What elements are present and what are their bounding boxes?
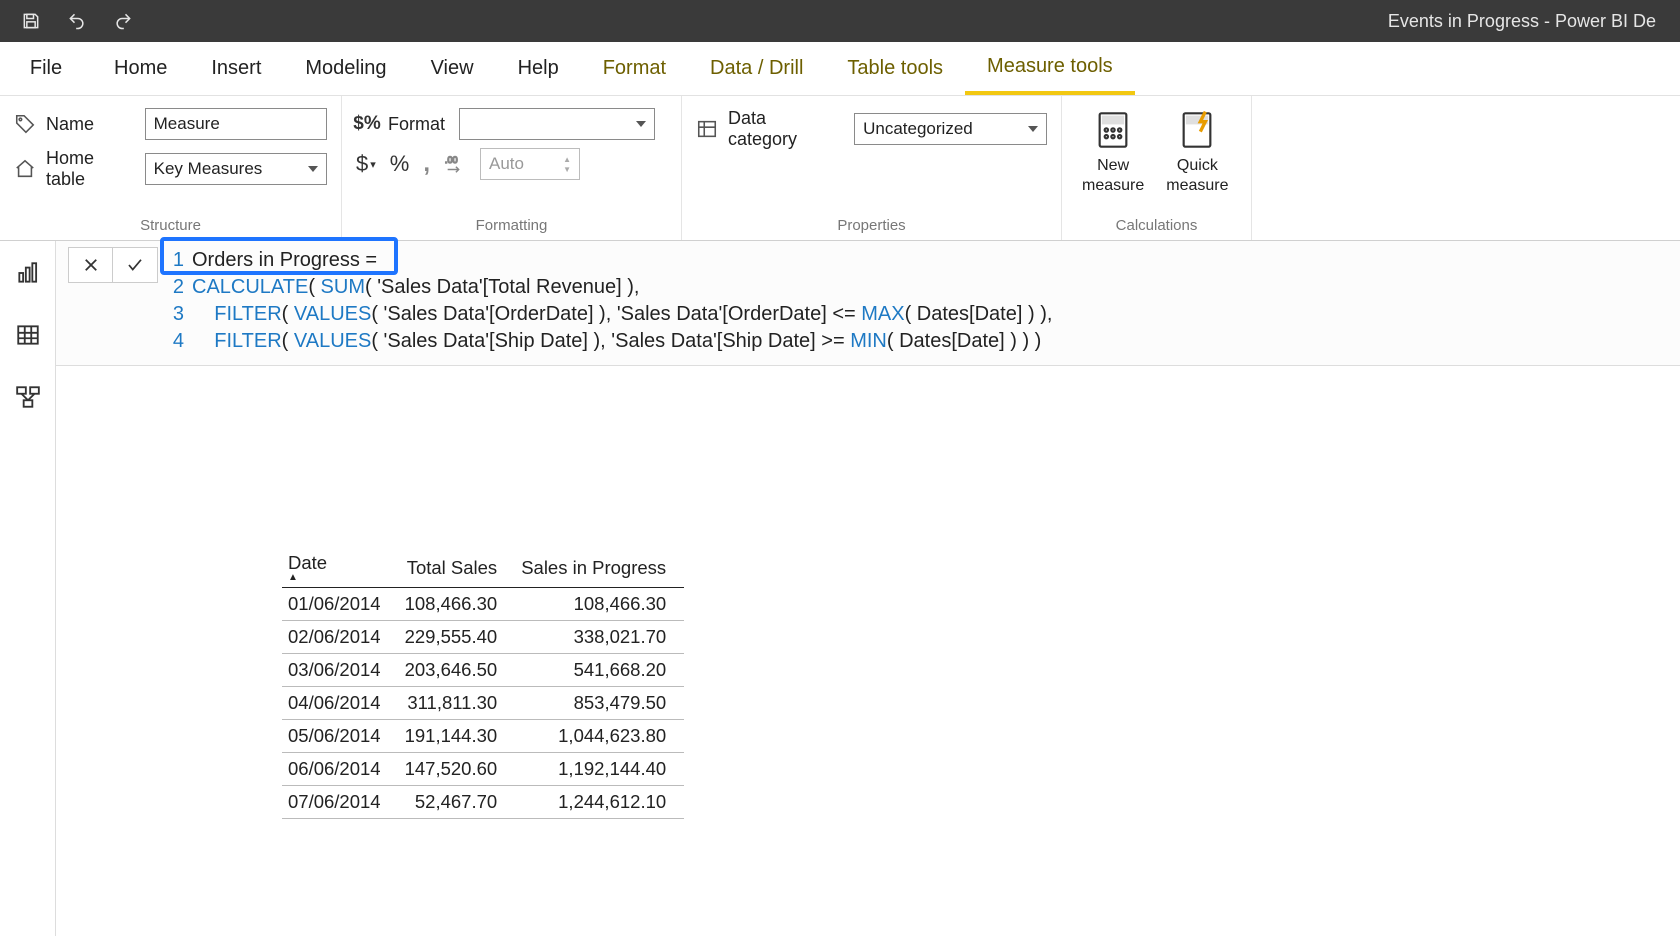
- formula-cancel-button[interactable]: [69, 248, 113, 282]
- column-header[interactable]: Sales in Progress: [515, 546, 684, 588]
- tab-table-tools[interactable]: Table tools: [825, 42, 965, 95]
- tab-modeling[interactable]: Modeling: [283, 42, 408, 95]
- formula-bar: 1Orders in Progress =2CALCULATE( SUM( 'S…: [56, 241, 1680, 366]
- column-header[interactable]: Date: [282, 546, 399, 588]
- redo-icon[interactable]: [112, 10, 134, 32]
- format-label: Format: [388, 114, 445, 135]
- format-icon: $%: [356, 113, 378, 135]
- data-view-button[interactable]: [12, 319, 44, 351]
- tab-format[interactable]: Format: [581, 42, 688, 95]
- tag-icon: [14, 113, 36, 135]
- titlebar: Events in Progress - Power BI De: [0, 0, 1680, 42]
- group-label-calculations: Calculations: [1076, 213, 1237, 240]
- ribbon-group-properties: Data category Uncategorized Properties: [682, 96, 1062, 240]
- quick-measure-button[interactable]: Quick measure: [1160, 108, 1234, 196]
- decimal-places-input[interactable]: Auto ▲▼: [480, 148, 580, 180]
- group-label-structure: Structure: [14, 213, 327, 240]
- home-icon: [14, 158, 36, 180]
- main-area: 1Orders in Progress =2CALCULATE( SUM( 'S…: [56, 241, 1680, 936]
- report-canvas[interactable]: DateTotal SalesSales in Progress01/06/20…: [56, 366, 1680, 936]
- code-line: 3 FILTER( VALUES( 'Sales Data'[OrderDate…: [168, 301, 1680, 328]
- currency-button[interactable]: $ ▾: [356, 151, 376, 177]
- formula-editor[interactable]: 1Orders in Progress =2CALCULATE( SUM( 'S…: [168, 241, 1680, 365]
- table-row[interactable]: 04/06/2014311,811.30853,479.50: [282, 687, 684, 720]
- hometable-label: Home table: [46, 148, 135, 190]
- quick-measure-label: Quick measure: [1166, 156, 1228, 196]
- tab-home[interactable]: Home: [92, 42, 189, 95]
- datacat-value: Uncategorized: [863, 119, 973, 139]
- format-dropdown[interactable]: [459, 108, 655, 140]
- svg-text:.00: .00: [445, 155, 458, 165]
- datacat-label: Data category: [728, 108, 838, 150]
- hometable-value: Key Measures: [154, 159, 263, 179]
- ribbon-group-calculations: New measure Quick measure Calculations: [1062, 96, 1252, 240]
- table-row[interactable]: 07/06/201452,467.701,244,612.10: [282, 786, 684, 819]
- chevron-down-icon: [636, 121, 646, 127]
- thousands-button[interactable]: ,: [423, 150, 430, 178]
- tab-measure-tools[interactable]: Measure tools: [965, 42, 1135, 95]
- tab-view[interactable]: View: [409, 42, 496, 95]
- group-label-formatting: Formatting: [356, 213, 667, 240]
- name-input[interactable]: Measure: [145, 108, 327, 140]
- percent-button[interactable]: %: [390, 151, 410, 177]
- group-label-properties: Properties: [696, 213, 1047, 240]
- ribbon-group-formatting: $% Format $ ▾ % , .00 Auto: [342, 96, 682, 240]
- quick-access-toolbar: [20, 10, 134, 32]
- name-label: Name: [46, 114, 135, 135]
- hometable-dropdown[interactable]: Key Measures: [145, 153, 327, 185]
- table-visual[interactable]: DateTotal SalesSales in Progress01/06/20…: [282, 546, 684, 819]
- report-view-button[interactable]: [12, 257, 44, 289]
- new-measure-label: New measure: [1082, 156, 1144, 196]
- ribbon-group-structure: Name Measure Home table Key Measures Str…: [0, 96, 342, 240]
- table-row[interactable]: 02/06/2014229,555.40338,021.70: [282, 621, 684, 654]
- undo-icon[interactable]: [66, 10, 88, 32]
- window-title: Events in Progress - Power BI De: [1388, 11, 1660, 32]
- decimal-shift-icon[interactable]: .00: [444, 153, 466, 175]
- new-measure-button[interactable]: New measure: [1076, 108, 1150, 196]
- chevron-down-icon: [1028, 126, 1038, 132]
- data-category-icon: [696, 118, 718, 140]
- table-row[interactable]: 05/06/2014191,144.301,044,623.80: [282, 720, 684, 753]
- table-row[interactable]: 03/06/2014203,646.50541,668.20: [282, 654, 684, 687]
- table-row[interactable]: 01/06/2014108,466.30108,466.30: [282, 588, 684, 621]
- name-value: Measure: [154, 114, 220, 134]
- views-rail: [0, 241, 56, 936]
- decimal-places-value: Auto: [489, 154, 524, 174]
- column-header[interactable]: Total Sales: [399, 546, 516, 588]
- code-line: 4 FILTER( VALUES( 'Sales Data'[Ship Date…: [168, 328, 1680, 355]
- calculator-bolt-icon: [1175, 108, 1219, 152]
- tab-data-drill[interactable]: Data / Drill: [688, 42, 825, 95]
- tab-insert[interactable]: Insert: [189, 42, 283, 95]
- workspace: 1Orders in Progress =2CALCULATE( SUM( 'S…: [0, 241, 1680, 936]
- tab-help[interactable]: Help: [496, 42, 581, 95]
- file-tab[interactable]: File: [0, 42, 92, 95]
- code-line: 2CALCULATE( SUM( 'Sales Data'[Total Reve…: [168, 274, 1680, 301]
- code-line: 1Orders in Progress =: [168, 247, 1680, 274]
- chevron-down-icon: [308, 166, 318, 172]
- model-view-button[interactable]: [12, 381, 44, 413]
- ribbon: Name Measure Home table Key Measures Str…: [0, 96, 1680, 241]
- datacat-dropdown[interactable]: Uncategorized: [854, 113, 1047, 145]
- save-icon[interactable]: [20, 10, 42, 32]
- ribbon-tabs: File HomeInsertModelingViewHelpFormatDat…: [0, 42, 1680, 96]
- table-row[interactable]: 06/06/2014147,520.601,192,144.40: [282, 753, 684, 786]
- formula-commit-button[interactable]: [113, 248, 157, 282]
- calculator-icon: [1091, 108, 1135, 152]
